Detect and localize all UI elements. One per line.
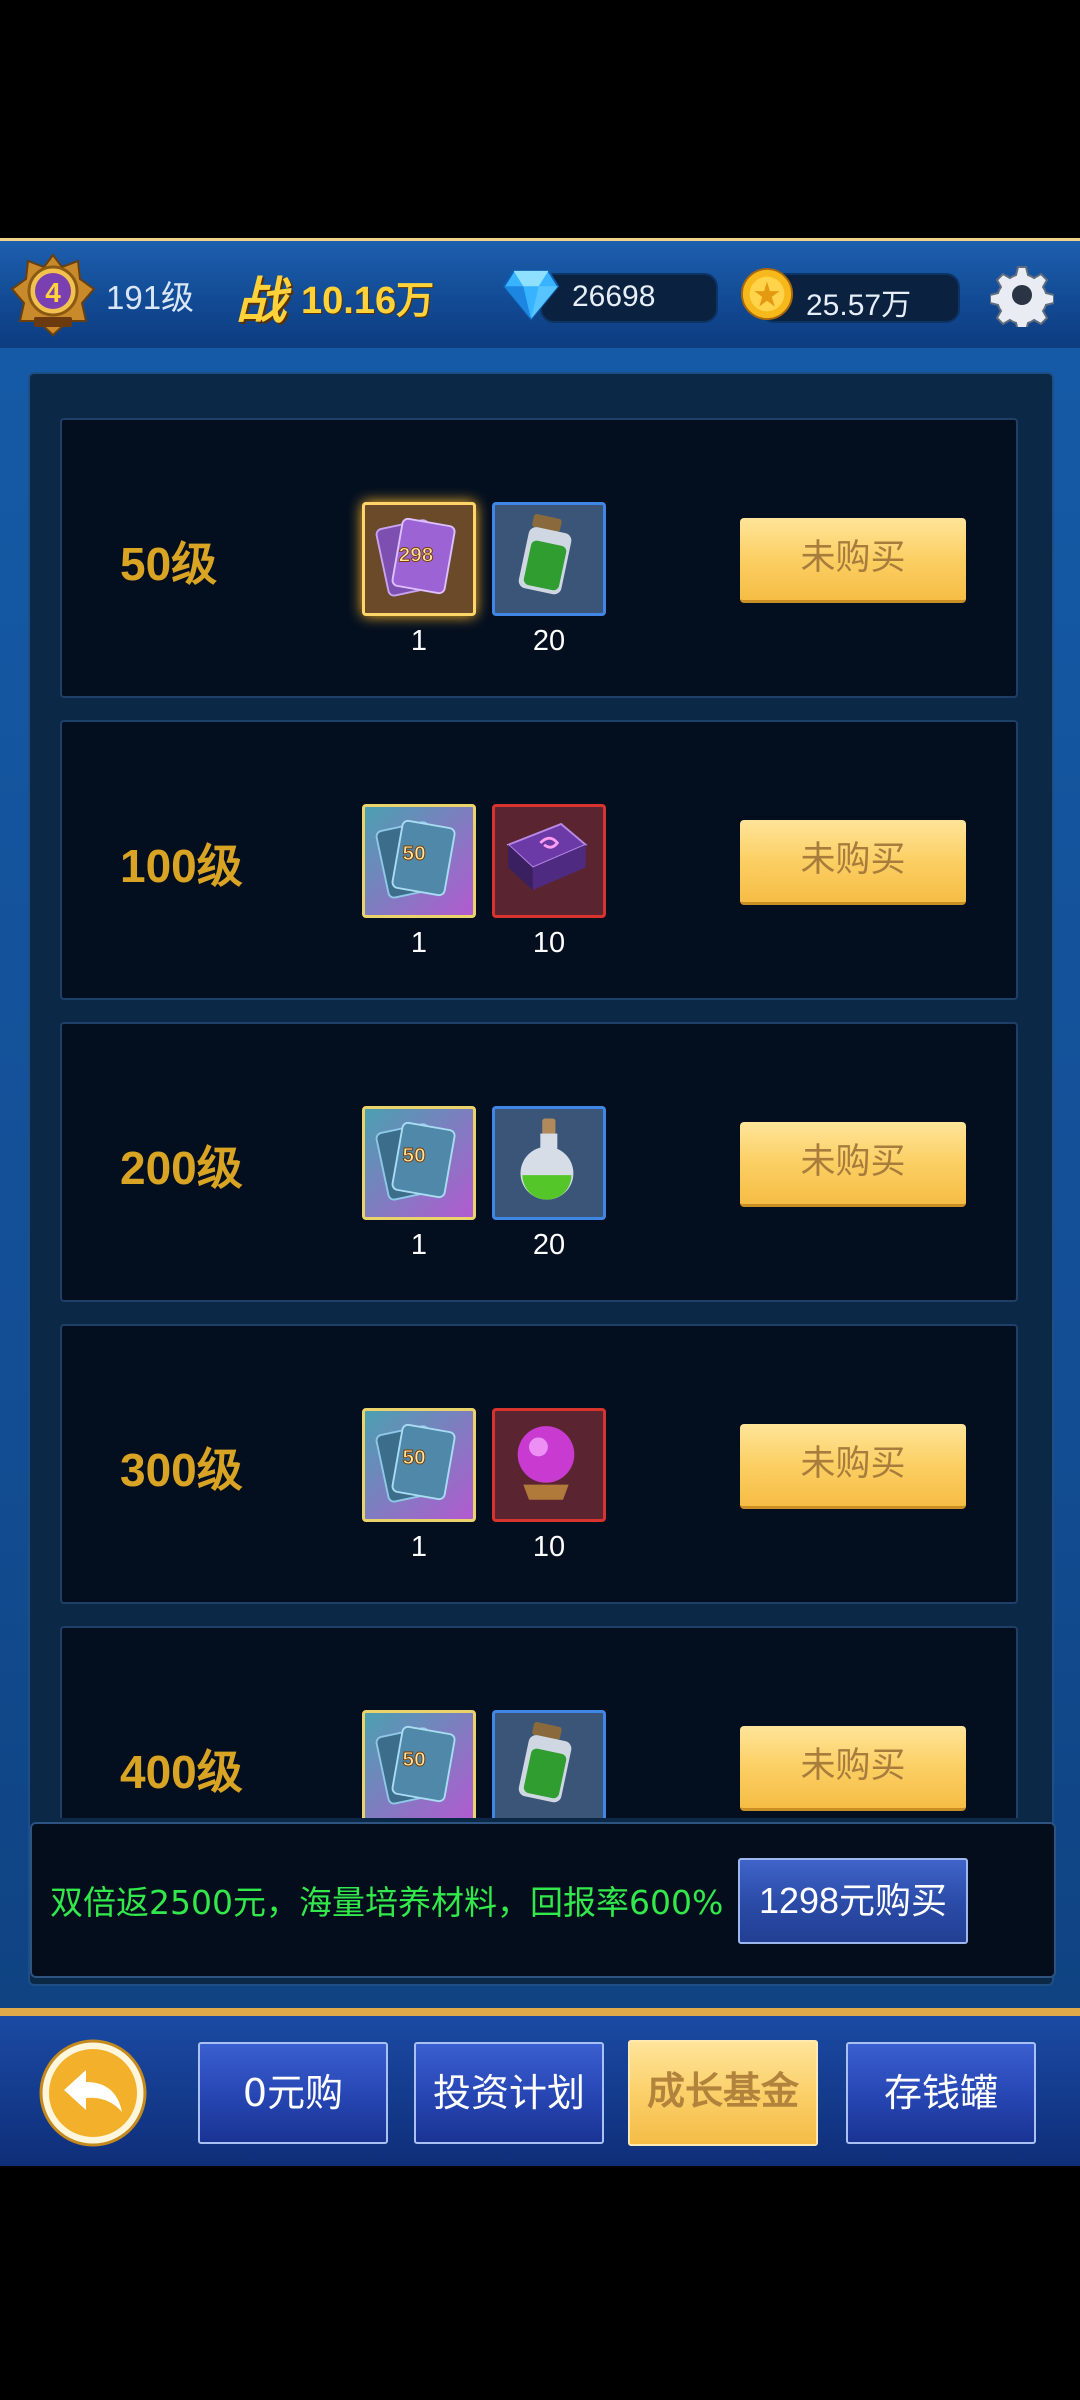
item-count: 20: [532, 1229, 566, 1261]
reward-item[interactable]: 298 1: [362, 502, 476, 657]
purchase-button[interactable]: 1298元购买: [738, 1858, 968, 1944]
row-level-label: 100级: [120, 840, 243, 892]
gold-value: 25.57万: [806, 289, 912, 322]
player-level: 191级: [106, 279, 195, 316]
reward-item[interactable]: 10: [492, 1408, 606, 1563]
purple-spellbook-icon: [506, 822, 588, 891]
card-badge: 50: [403, 1446, 426, 1469]
list-item: 400级 50 1 20 未购买: [60, 1626, 1018, 1818]
reward-item[interactable]: 20: [492, 1710, 606, 1818]
tab-piggy-bank[interactable]: 存钱罐: [846, 2042, 1036, 2144]
buy-status-button[interactable]: 未购买: [740, 1424, 966, 1509]
power-value: 10.16万: [301, 280, 435, 322]
list-item: 300级 50 1 10 未购买: [60, 1324, 1018, 1604]
reward-item[interactable]: 50 1: [362, 1710, 476, 1818]
item-count: 1: [410, 1229, 428, 1261]
buy-status-button[interactable]: 未购买: [740, 820, 966, 905]
top-status-bar: 4 191级 战 10.16万 26698 25.57万: [0, 238, 1080, 357]
row-level-label: 200级: [120, 1142, 243, 1194]
promo-text: 双倍返2500元，海量培养材料，回报率600%: [50, 1883, 724, 1922]
card-badge: 50: [403, 842, 426, 865]
rank-number: 4: [45, 277, 61, 308]
crystal-ball-icon: [517, 1426, 575, 1500]
power-label: 战: [236, 271, 286, 330]
reward-item[interactable]: 20: [492, 1106, 606, 1261]
diamond-icon: [502, 269, 560, 321]
settings-gear-icon[interactable]: [990, 263, 1054, 327]
reward-item[interactable]: 50 1: [362, 804, 476, 959]
blue-card-50-icon: 50: [375, 1725, 456, 1805]
reward-item[interactable]: 10: [492, 804, 606, 959]
card-badge: 298: [399, 544, 434, 567]
growth-fund-list[interactable]: 50级 298 1 20 未购买 100级 50 1 10 未购买 200级 5…: [60, 418, 1018, 1818]
diamond-counter[interactable]: 26698: [540, 273, 718, 323]
green-potion-flask-icon: [520, 1118, 574, 1200]
reward-item[interactable]: 50 1: [362, 1408, 476, 1563]
item-count: 1: [410, 927, 428, 959]
card-badge: 50: [403, 1144, 426, 1167]
buy-status-button[interactable]: 未购买: [740, 1726, 966, 1811]
gold-coin-icon: [740, 267, 794, 321]
green-potion-jar-icon: [518, 514, 572, 595]
blue-card-50-icon: 50: [375, 1121, 456, 1201]
buy-status-button[interactable]: 未购买: [740, 1122, 966, 1207]
reward-item[interactable]: 20: [492, 502, 606, 657]
blue-card-50-icon: 50: [375, 819, 456, 899]
item-count: 10: [532, 1531, 566, 1563]
list-item: 100级 50 1 10 未购买: [60, 720, 1018, 1000]
reward-item[interactable]: 50 1: [362, 1106, 476, 1261]
row-level-label: 50级: [120, 538, 218, 590]
buy-status-button[interactable]: 未购买: [740, 518, 966, 603]
promo-banner: 双倍返2500元，海量培养材料，回报率600% 1298元购买: [30, 1822, 1056, 1978]
row-level-label: 300级: [120, 1444, 243, 1496]
tab-zero-yuan[interactable]: 0元购: [198, 2042, 388, 2144]
purple-card-298-icon: 298: [375, 517, 456, 597]
rank-badge-icon[interactable]: 4: [8, 249, 98, 339]
row-level-label: 400级: [120, 1746, 243, 1798]
back-arrow-icon[interactable]: [38, 2038, 148, 2148]
diamond-value: 26698: [572, 280, 656, 313]
green-potion-jar-icon: [518, 1722, 572, 1803]
item-count: 10: [532, 927, 566, 959]
tab-growth-fund[interactable]: 成长基金: [628, 2040, 818, 2146]
list-item: 200级 50 1 20 未购买: [60, 1022, 1018, 1302]
list-item: 50级 298 1 20 未购买: [60, 418, 1018, 698]
tab-invest-plan[interactable]: 投资计划: [414, 2042, 604, 2144]
item-count: 1: [410, 625, 428, 657]
card-badge: 50: [403, 1748, 426, 1771]
item-count: 20: [532, 625, 566, 657]
blue-card-50-icon: 50: [375, 1423, 456, 1503]
bottom-nav: 0元购 投资计划 成长基金 存钱罐: [0, 2008, 1080, 2166]
item-count: 1: [410, 1531, 428, 1563]
